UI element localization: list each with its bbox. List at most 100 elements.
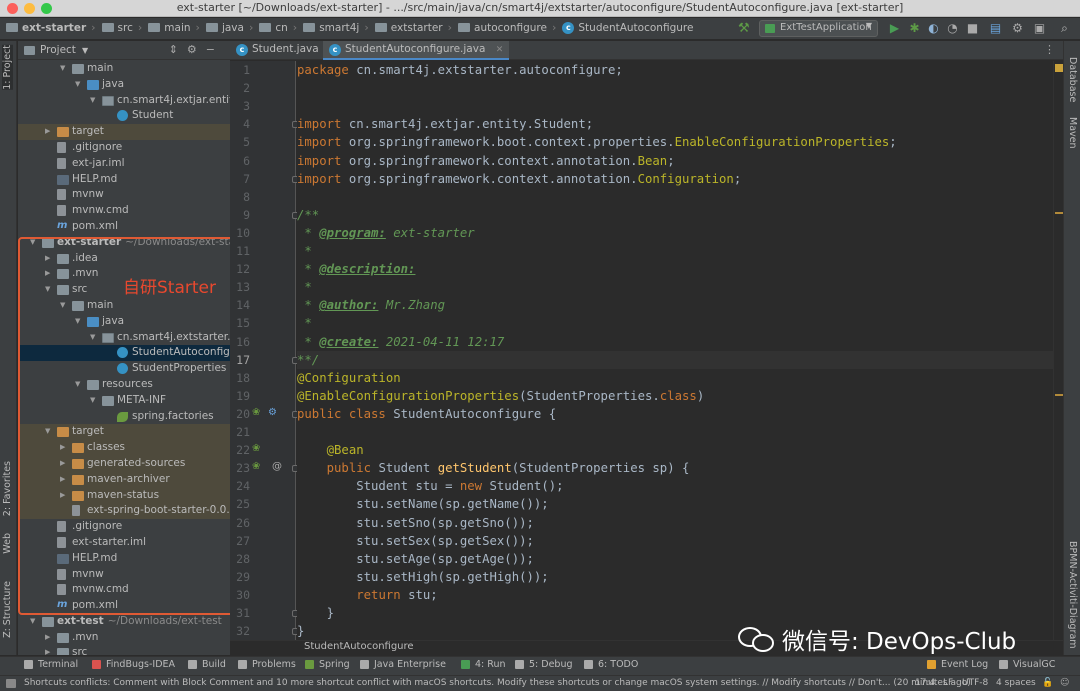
chevron-right-icon[interactable]: ▶ [60,472,68,488]
toolwindow-terminal[interactable]: Terminal [24,659,78,670]
close-icon[interactable]: ✕ [496,45,504,55]
annotation-icon[interactable]: @ [272,461,282,472]
run-icon[interactable]: ▶ [888,22,901,35]
code-line[interactable]: stu.setSex(sp.getSex()); [297,532,534,550]
chevron-right-icon[interactable]: ▶ [45,251,53,267]
breadcrumb-item[interactable]: src [101,22,133,34]
code-line[interactable]: import cn.smart4j.extjar.entity.Student; [297,115,593,133]
tree-item[interactable]: HELP.md [18,172,230,188]
project-structure-icon[interactable]: ▤ [989,22,1002,35]
chevron-down-icon[interactable]: ▼ [60,298,68,314]
chevron-right-icon[interactable]: ▶ [45,124,53,140]
maven-tool-tab[interactable]: Maven [1067,117,1078,149]
editor-gutter[interactable]: 1 2 3 4 5 6 7 8 9 10 11 12 13 14 15 16 17 18 19 20 21 22 23 24 2… [230,61,299,640]
spring-bean-icon[interactable]: ❀ [252,407,260,418]
code-line[interactable]: stu.setHigh(sp.getHigh()); [297,568,549,586]
vcs-icon[interactable]: ▣ [1033,22,1046,35]
code-line[interactable]: Student stu = new Student(); [297,477,563,495]
tree-item[interactable]: StudentProperties [18,361,230,377]
web-tool-tab[interactable]: Web [2,533,13,554]
tree-item[interactable]: ▼ cn.smart4j.extjar.entity [18,93,230,109]
tree-item[interactable]: StudentAutoconfigure [18,345,230,362]
tree-item[interactable]: ▼ main [18,298,230,314]
chevron-right-icon[interactable]: ▶ [60,440,68,456]
tab-list-icon[interactable]: ⋮ [1044,43,1055,56]
code-line[interactable]: @Bean [297,441,364,459]
tree-item[interactable]: ▼ cn.smart4j.extstarter.autoc [18,330,230,346]
tree-item[interactable]: m pom.xml [18,598,230,614]
chevron-down-icon[interactable]: ▼ [30,235,38,251]
profile-icon[interactable]: ◔ [946,22,959,35]
project-view-select[interactable]: Project ▼ [24,44,88,56]
code-line[interactable]: **/ [297,351,319,369]
tree-item[interactable]: ▼ target [18,424,230,441]
tab-student-autoconfigure-java[interactable]: c StudentAutoconfigure.java ✕ [323,41,510,60]
lock-icon[interactable]: 🔓 [1042,678,1053,688]
toolwindow-spring[interactable]: Spring [305,659,350,670]
breadcrumb-item[interactable]: cn [259,22,288,34]
chevron-down-icon[interactable]: ▼ [90,393,98,409]
indent-setting[interactable]: 4 spaces [996,678,1036,688]
spring-config-icon[interactable]: ⚙ [268,407,277,418]
code-line[interactable]: stu.setSno(sp.getSno()); [297,514,534,532]
code-line[interactable]: import org.springframework.boot.context.… [297,133,897,151]
breadcrumb-item[interactable]: c StudentAutoconfigure [562,21,693,34]
toolwindow-problems[interactable]: Problems [238,659,296,670]
code-line[interactable]: stu.setAge(sp.getAge()); [297,550,534,568]
code-line[interactable]: package cn.smart4j.extstarter.autoconfig… [297,61,623,79]
chevron-down-icon[interactable]: ▼ [60,61,68,77]
breadcrumb-item[interactable]: autoconfigure [458,22,547,34]
tree-item[interactable]: mvnw.cmd [18,203,230,219]
tree-item[interactable]: HELP.md [18,551,230,567]
chevron-right-icon[interactable]: ▶ [60,456,68,472]
bpmn-tool-tab[interactable]: BPMN-Activiti-Diagram [1067,541,1078,649]
chevron-right-icon[interactable]: ▶ [45,266,53,282]
toolwindow-java-enterprise[interactable]: Java Enterprise [360,659,446,670]
build-hammer-icon[interactable]: ⚒ [738,21,750,36]
editor-scrollbar[interactable] [1053,61,1063,640]
code-line[interactable]: } [297,604,334,622]
chevron-right-icon[interactable]: ▶ [60,488,68,504]
tree-item[interactable]: ▶ generated-sources [18,455,230,472]
error-stripe-mark[interactable] [1055,212,1063,214]
code-editor[interactable]: package cn.smart4j.extstarter.autoconfig… [297,61,1053,640]
tree-item[interactable]: ext-spring-boot-starter-0.0.1-S [18,503,230,520]
breadcrumb-item[interactable]: smart4j [303,22,359,34]
tree-item[interactable]: .gitignore [18,140,230,156]
tree-item[interactable]: ▶ src [18,645,230,655]
search-icon[interactable]: ⌕ [1058,22,1071,35]
stop-icon[interactable]: ■ [966,22,979,35]
tree-item[interactable]: ext-starter.iml [18,535,230,551]
breadcrumb-item[interactable]: ext-starter [6,22,86,34]
breadcrumb-item[interactable]: main [148,22,191,34]
tree-item[interactable]: ext-jar.iml [18,156,230,172]
structure-tool-tab[interactable]: Z: Structure [2,581,13,638]
tree-item[interactable]: ▶ maven-archiver [18,471,230,488]
chevron-down-icon[interactable]: ▼ [90,330,98,346]
tree-item[interactable]: ▶ target [18,124,230,140]
project-panel-tools[interactable]: ⇕⚙− [169,43,224,56]
debug-icon[interactable]: ✱ [908,22,921,35]
editor-breadcrumb[interactable]: StudentAutoconfigure [304,641,414,652]
toolwindow-debug[interactable]: 5: Debug [515,659,573,670]
project-tool-tab[interactable]: 1: Project [2,45,13,90]
tree-item[interactable]: ▼ java [18,77,230,93]
tree-item[interactable]: mvnw [18,567,230,583]
status-message[interactable]: Shortcuts conflicts: Comment with Block … [24,678,971,688]
toolwindow-run[interactable]: 4: Run [461,659,505,670]
code-line[interactable]: * @description: [297,260,415,278]
chevron-right-icon[interactable]: ▶ [45,630,53,646]
code-line[interactable]: stu.setName(sp.getName()); [297,495,549,513]
inspector-icon[interactable]: ☺ [1060,678,1069,688]
chevron-down-icon[interactable]: ▼ [75,77,83,93]
chevron-down-icon[interactable]: ▼ [45,282,53,298]
code-line[interactable]: * @program: ext-starter [297,224,474,242]
code-line[interactable]: import org.springframework.context.annot… [297,152,675,170]
file-encoding[interactable]: UTF-8 [962,678,988,688]
spring-bean-icon[interactable]: ❀ [252,461,260,472]
code-line[interactable]: } [297,622,304,640]
chevron-down-icon[interactable]: ▼ [45,424,53,440]
chevron-down-icon[interactable]: ▼ [75,377,83,393]
code-line[interactable]: /** [297,206,319,224]
favorites-tool-tab[interactable]: 2: Favorites [2,461,13,516]
